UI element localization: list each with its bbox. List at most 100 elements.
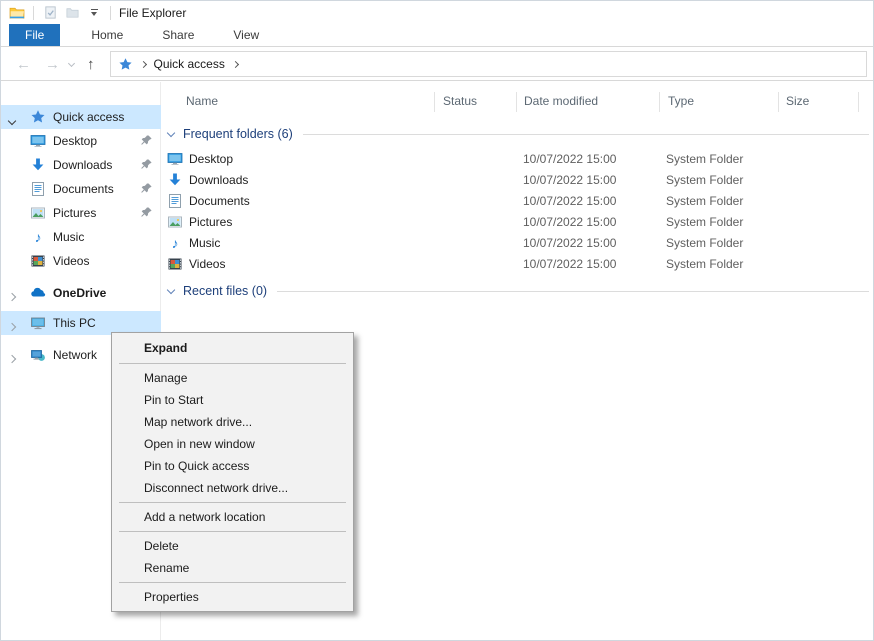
column-divider[interactable] xyxy=(858,92,859,112)
column-divider[interactable] xyxy=(778,92,779,112)
menu-item-rename[interactable]: Rename xyxy=(112,557,353,579)
sidebar-item-pictures[interactable]: Pictures xyxy=(1,201,161,225)
desktop-icon xyxy=(30,133,46,149)
qat-new-folder-button[interactable] xyxy=(61,3,83,23)
up-button[interactable]: ↑ xyxy=(80,57,102,72)
tab-view[interactable]: View xyxy=(216,24,276,46)
documents-icon xyxy=(167,193,183,209)
tab-home[interactable]: Home xyxy=(74,24,140,46)
this-pc-icon xyxy=(30,315,46,331)
file-date-modified: 10/07/2022 15:00 xyxy=(523,194,616,208)
menu-item-properties[interactable]: Properties xyxy=(112,586,353,608)
menu-item-pin-to-quick-access[interactable]: Pin to Quick access xyxy=(112,455,353,477)
menu-separator xyxy=(119,582,346,583)
chevron-right-icon[interactable] xyxy=(9,289,15,303)
group-header-frequent-folders[interactable]: Frequent folders (6) xyxy=(162,125,874,143)
qat-properties-button[interactable] xyxy=(39,3,61,23)
sidebar-item-label: This PC xyxy=(53,316,96,330)
column-divider[interactable] xyxy=(659,92,660,112)
breadcrumb-chevron-icon[interactable] xyxy=(232,60,239,67)
sidebar-item-label: Network xyxy=(53,348,97,362)
group-header-recent-files[interactable]: Recent files (0) xyxy=(162,282,874,300)
ribbon-tab-bar: File Home Share View xyxy=(1,24,873,47)
file-row-downloads[interactable]: Downloads 10/07/2022 15:00 System Folder xyxy=(162,170,874,191)
divider xyxy=(110,6,111,20)
sidebar-item-label: OneDrive xyxy=(53,286,106,300)
chevron-right-icon[interactable] xyxy=(9,351,15,365)
column-header-date-modified[interactable]: Date modified xyxy=(524,94,598,108)
menu-item-map-network-drive[interactable]: Map network drive... xyxy=(112,411,353,433)
column-header-type[interactable]: Type xyxy=(668,94,694,108)
chevron-right-icon[interactable] xyxy=(9,319,15,333)
file-row-documents[interactable]: Documents 10/07/2022 15:00 System Folder xyxy=(162,191,874,212)
sidebar-item-label: Downloads xyxy=(53,158,112,172)
column-header-row: Name Status Date modified Type Size xyxy=(162,90,874,113)
file-explorer-window: File Explorer File Home Share View ← → ↑… xyxy=(0,0,874,641)
music-icon: ♪ xyxy=(167,235,183,251)
file-date-modified: 10/07/2022 15:00 xyxy=(523,152,616,166)
recent-locations-dropdown-icon[interactable] xyxy=(68,59,75,66)
sidebar-item-documents[interactable]: Documents xyxy=(1,177,161,201)
new-folder-icon xyxy=(65,5,80,20)
breadcrumb-chevron-icon[interactable] xyxy=(139,60,146,67)
sidebar-item-label: Quick access xyxy=(53,110,124,124)
column-divider[interactable] xyxy=(434,92,435,112)
file-name: Desktop xyxy=(189,152,233,166)
file-type: System Folder xyxy=(666,257,743,271)
tab-file[interactable]: File xyxy=(9,24,60,46)
column-header-name[interactable]: Name xyxy=(186,94,218,108)
menu-item-pin-to-start[interactable]: Pin to Start xyxy=(112,389,353,411)
pin-icon[interactable] xyxy=(140,182,153,195)
pin-icon[interactable] xyxy=(140,206,153,219)
qat-customize-button[interactable] xyxy=(83,3,105,23)
sidebar-item-onedrive[interactable]: OneDrive xyxy=(1,281,161,305)
column-header-status[interactable]: Status xyxy=(443,94,477,108)
column-header-size[interactable]: Size xyxy=(786,94,809,108)
menu-separator xyxy=(119,502,346,503)
file-date-modified: 10/07/2022 15:00 xyxy=(523,173,616,187)
sidebar-item-label: Desktop xyxy=(53,134,97,148)
sidebar-item-label: Documents xyxy=(53,182,114,196)
menu-item-disconnect-network-drive[interactable]: Disconnect network drive... xyxy=(112,477,353,499)
address-bar[interactable]: Quick access xyxy=(110,51,868,77)
file-row-pictures[interactable]: Pictures 10/07/2022 15:00 System Folder xyxy=(162,212,874,233)
forward-button[interactable]: → xyxy=(38,57,67,72)
menu-item-manage[interactable]: Manage xyxy=(112,367,353,389)
videos-icon xyxy=(167,256,183,272)
file-row-music[interactable]: ♪ Music 10/07/2022 15:00 System Folder xyxy=(162,233,874,254)
pictures-icon xyxy=(167,214,183,230)
title-bar: File Explorer xyxy=(1,1,873,24)
menu-item-delete[interactable]: Delete xyxy=(112,535,353,557)
menu-item-expand[interactable]: Expand xyxy=(112,336,353,360)
file-row-videos[interactable]: Videos 10/07/2022 15:00 System Folder xyxy=(162,254,874,275)
menu-item-open-in-new-window[interactable]: Open in new window xyxy=(112,433,353,455)
menu-separator xyxy=(119,363,346,364)
sidebar-item-videos[interactable]: Videos xyxy=(1,249,161,273)
file-type: System Folder xyxy=(666,194,743,208)
file-row-desktop[interactable]: Desktop 10/07/2022 15:00 System Folder xyxy=(162,149,874,170)
downloads-icon xyxy=(167,172,183,188)
back-button[interactable]: ← xyxy=(9,57,38,72)
collapse-chevron-icon[interactable] xyxy=(167,128,175,136)
downloads-icon xyxy=(30,157,46,173)
sidebar-item-music[interactable]: ♪ Music xyxy=(1,225,161,249)
menu-item-add-network-location[interactable]: Add a network location xyxy=(112,506,353,528)
chevron-down-icon[interactable] xyxy=(9,113,15,127)
collapse-chevron-icon[interactable] xyxy=(167,285,175,293)
sidebar-item-downloads[interactable]: Downloads xyxy=(1,153,161,177)
breadcrumb-quick-access[interactable]: Quick access xyxy=(154,57,225,71)
pin-icon[interactable] xyxy=(140,158,153,171)
sidebar-item-desktop[interactable]: Desktop xyxy=(1,129,161,153)
pin-icon[interactable] xyxy=(140,134,153,147)
sidebar-item-quick-access[interactable]: Quick access xyxy=(1,105,161,129)
file-name: Pictures xyxy=(189,215,232,229)
window-title: File Explorer xyxy=(119,6,186,20)
tab-share[interactable]: Share xyxy=(145,24,211,46)
network-icon xyxy=(30,347,46,363)
group-rule xyxy=(277,291,869,292)
column-divider[interactable] xyxy=(516,92,517,112)
divider xyxy=(33,6,34,20)
file-name: Videos xyxy=(189,257,225,271)
customize-toolbar-icon xyxy=(86,9,102,16)
pictures-icon xyxy=(30,205,46,221)
